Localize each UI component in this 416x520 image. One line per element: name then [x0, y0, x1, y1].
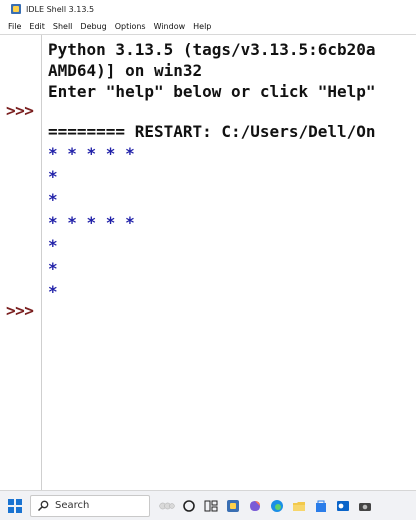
banner-line-2: AMD64)] on win32: [48, 61, 203, 80]
window-title: IDLE Shell 3.13.5: [26, 4, 95, 14]
output-line-5: *: [48, 236, 58, 255]
menu-options[interactable]: Options: [115, 22, 146, 31]
output-line-4: * * * * *: [48, 213, 135, 232]
restart-line: ======== RESTART: C:/Users/Dell/On: [48, 122, 376, 141]
search-label: Search: [55, 500, 90, 511]
widgets-icon[interactable]: [159, 498, 175, 514]
store-icon[interactable]: [313, 498, 329, 514]
output-line-2: *: [48, 167, 58, 186]
output-line-6: *: [48, 259, 58, 278]
gutter-divider: [41, 35, 42, 490]
banner-line-3: Enter "help" below or click "Help": [48, 82, 376, 101]
window-titlebar: IDLE Shell 3.13.5: [0, 0, 416, 18]
shell-prompt-1: >>>: [6, 101, 34, 120]
taskbar-icons: [156, 498, 376, 514]
cortana-icon[interactable]: [181, 498, 197, 514]
start-button[interactable]: [4, 495, 26, 517]
outlook-icon[interactable]: [335, 498, 351, 514]
output-line-7: *: [48, 282, 58, 301]
taskbar-search-box[interactable]: Search: [30, 494, 150, 517]
copilot-icon[interactable]: [247, 498, 263, 514]
menu-debug[interactable]: Debug: [80, 22, 106, 31]
shell-prompt-2: >>>: [6, 301, 34, 320]
menu-bar: File Edit Shell Debug Options Window Hel…: [0, 18, 416, 34]
shell-text-area[interactable]: Python 3.13.5 (tags/v3.13.5:6cb20a AMD64…: [0, 34, 416, 490]
task-view-icon[interactable]: [203, 498, 219, 514]
edge-icon[interactable]: [269, 498, 285, 514]
windows-taskbar: Search: [0, 490, 416, 520]
menu-edit[interactable]: Edit: [29, 22, 45, 31]
camera-icon[interactable]: [357, 498, 373, 514]
menu-help[interactable]: Help: [193, 22, 211, 31]
output-line-1: * * * * *: [48, 144, 135, 163]
output-line-3: *: [48, 190, 58, 209]
menu-window[interactable]: Window: [154, 22, 186, 31]
menu-file[interactable]: File: [8, 22, 21, 31]
idle-taskbar-icon[interactable]: [225, 498, 241, 514]
idle-app-icon: [10, 3, 22, 15]
menu-shell[interactable]: Shell: [53, 22, 73, 31]
search-icon: [37, 500, 49, 511]
banner-line-1: Python 3.13.5 (tags/v3.13.5:6cb20a: [48, 40, 376, 59]
file-explorer-icon[interactable]: [291, 498, 307, 514]
windows-logo-icon: [8, 498, 22, 513]
